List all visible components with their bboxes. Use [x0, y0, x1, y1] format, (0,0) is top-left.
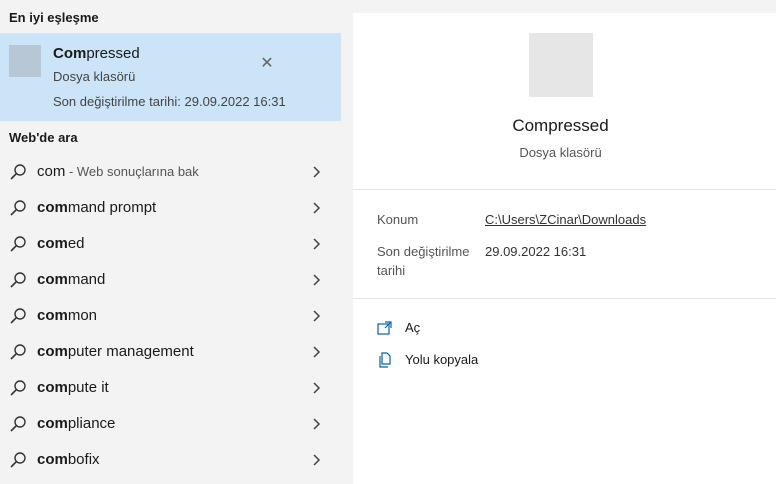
best-match-heading: En iyi eşleşme [9, 10, 99, 25]
web-search-text: com - Web sonuçlarına bak [37, 163, 199, 180]
web-search-text: command prompt [37, 199, 157, 216]
chevron-right-icon[interactable] [309, 237, 323, 251]
modified-value: 29.09.2022 16:31 [485, 244, 587, 259]
open-icon [377, 321, 392, 335]
close-icon[interactable]: ✕ [258, 55, 276, 73]
best-match-modified: Son değiştirilme tarihi: 29.09.2022 16:3… [53, 94, 286, 109]
search-icon [10, 164, 26, 180]
search-icon [10, 308, 26, 324]
modified-label: Son değiştirilme tarihi [377, 244, 470, 278]
web-search-item[interactable]: compute it [0, 370, 341, 406]
search-icon [10, 236, 26, 252]
chevron-right-icon[interactable] [309, 381, 323, 395]
web-search-item[interactable]: common [0, 298, 341, 334]
divider [353, 298, 776, 299]
web-search-heading: Web'de ara [9, 130, 78, 145]
chevron-right-icon[interactable] [309, 273, 323, 287]
web-search-text: compute it [37, 379, 109, 396]
folder-icon [9, 45, 41, 77]
web-search-text: combofix [37, 451, 100, 468]
chevron-right-icon[interactable] [309, 453, 323, 467]
web-search-text: compliance [37, 415, 116, 432]
search-icon [10, 416, 26, 432]
preview-subtitle: Dosya klasörü [519, 145, 602, 160]
open-label: Aç [405, 320, 421, 335]
web-search-item[interactable]: compliance [0, 406, 341, 442]
search-icon [10, 452, 26, 468]
preview-panel: Compressed Dosya klasörü Konum C:\Users\… [353, 13, 776, 484]
copy-path-label: Yolu kopyala [405, 352, 479, 367]
search-icon [10, 200, 26, 216]
chevron-right-icon[interactable] [309, 201, 323, 215]
search-icon [10, 344, 26, 360]
best-match-name: Compressed [53, 45, 140, 62]
search-icon [10, 380, 26, 396]
copy-icon [379, 352, 391, 368]
chevron-right-icon[interactable] [309, 417, 323, 431]
chevron-right-icon[interactable] [309, 165, 323, 179]
folder-preview-icon [529, 33, 593, 97]
web-search-item[interactable]: command [0, 262, 341, 298]
web-search-item[interactable]: comed [0, 226, 341, 262]
best-match-type: Dosya klasörü [53, 69, 136, 84]
preview-title: Compressed [512, 116, 609, 135]
divider [353, 189, 776, 190]
location-label: Konum [377, 212, 419, 227]
web-search-item[interactable]: com - Web sonuçlarına bak [0, 154, 341, 190]
location-value[interactable]: C:\Users\ZCinar\Downloads [485, 212, 646, 227]
search-icon [10, 272, 26, 288]
web-search-item[interactable]: combofix [0, 442, 341, 478]
best-match-item[interactable]: Compressed Dosya klasörü Son değiştirilm… [0, 33, 341, 121]
web-search-text: common [37, 307, 98, 324]
results-panel: En iyi eşleşme Compressed Dosya klasörü … [0, 0, 341, 484]
web-search-text: command [37, 271, 106, 288]
web-search-text: comed [37, 235, 85, 252]
web-search-item[interactable]: command prompt [0, 190, 341, 226]
web-search-text: computer management [37, 343, 194, 360]
chevron-right-icon[interactable] [309, 345, 323, 359]
chevron-right-icon[interactable] [309, 309, 323, 323]
web-search-item[interactable]: computer management [0, 334, 341, 370]
